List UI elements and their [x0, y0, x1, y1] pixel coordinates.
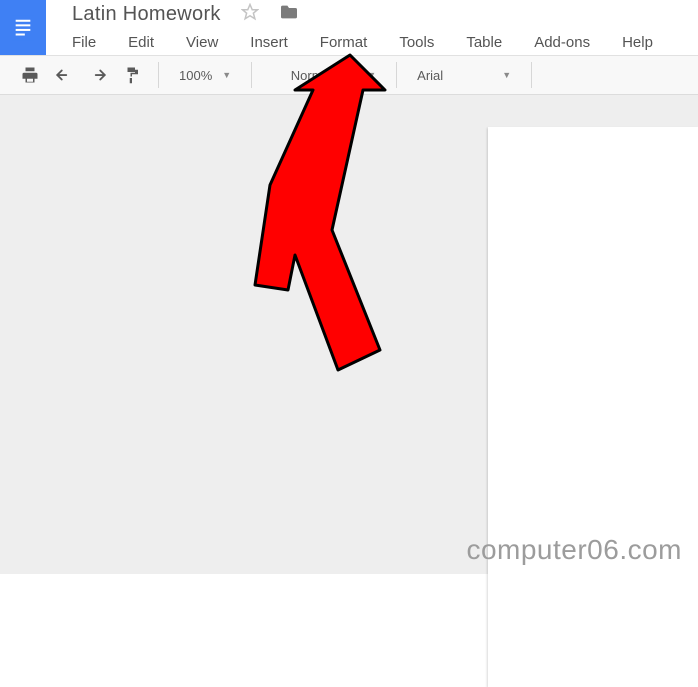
- toolbar-separator: [251, 62, 252, 88]
- undo-icon: [55, 67, 73, 83]
- menu-file[interactable]: File: [72, 34, 96, 51]
- font-value: Arial: [417, 68, 443, 83]
- print-button[interactable]: [16, 60, 44, 90]
- docs-logo[interactable]: [0, 0, 46, 55]
- toolbar-separator: [396, 62, 397, 88]
- toolbar-separator: [531, 62, 532, 88]
- menubar: File Edit View Insert Format Tools Table…: [72, 26, 653, 51]
- paragraph-style-dropdown[interactable]: Normal text ▼: [264, 68, 384, 83]
- title-area: Latin Homework File Edit View Insert For…: [46, 0, 653, 51]
- menu-insert[interactable]: Insert: [250, 34, 288, 51]
- menu-table[interactable]: Table: [466, 34, 502, 51]
- zoom-value: 100%: [179, 68, 212, 83]
- menu-view[interactable]: View: [186, 34, 218, 51]
- star-icon[interactable]: [241, 3, 259, 26]
- toolbar-separator: [158, 62, 159, 88]
- print-icon: [21, 66, 39, 84]
- paint-format-button[interactable]: [118, 60, 146, 90]
- chevron-down-icon: ▼: [367, 70, 376, 80]
- menu-format[interactable]: Format: [320, 34, 368, 51]
- menu-tools[interactable]: Tools: [399, 34, 434, 51]
- redo-button[interactable]: [84, 60, 112, 90]
- undo-button[interactable]: [50, 60, 78, 90]
- folder-icon[interactable]: [279, 4, 299, 25]
- toolbar: 100% ▼ Normal text ▼ Arial ▼: [0, 55, 698, 95]
- menu-help[interactable]: Help: [622, 34, 653, 51]
- menu-addons[interactable]: Add-ons: [534, 34, 590, 51]
- chevron-down-icon: ▼: [222, 70, 231, 80]
- zoom-dropdown[interactable]: 100% ▼: [171, 68, 239, 83]
- document-title[interactable]: Latin Homework: [72, 3, 221, 26]
- font-dropdown[interactable]: Arial ▼: [409, 68, 519, 83]
- docs-logo-icon: [12, 14, 34, 42]
- chevron-down-icon: ▼: [502, 70, 511, 80]
- document-canvas[interactable]: [0, 95, 698, 574]
- document-page[interactable]: [488, 127, 698, 687]
- paint-format-icon: [124, 66, 140, 84]
- paragraph-style-value: Normal text: [291, 68, 357, 83]
- app-header: Latin Homework File Edit View Insert For…: [0, 0, 698, 55]
- redo-icon: [89, 67, 107, 83]
- menu-edit[interactable]: Edit: [128, 34, 154, 51]
- title-row: Latin Homework: [72, 2, 653, 26]
